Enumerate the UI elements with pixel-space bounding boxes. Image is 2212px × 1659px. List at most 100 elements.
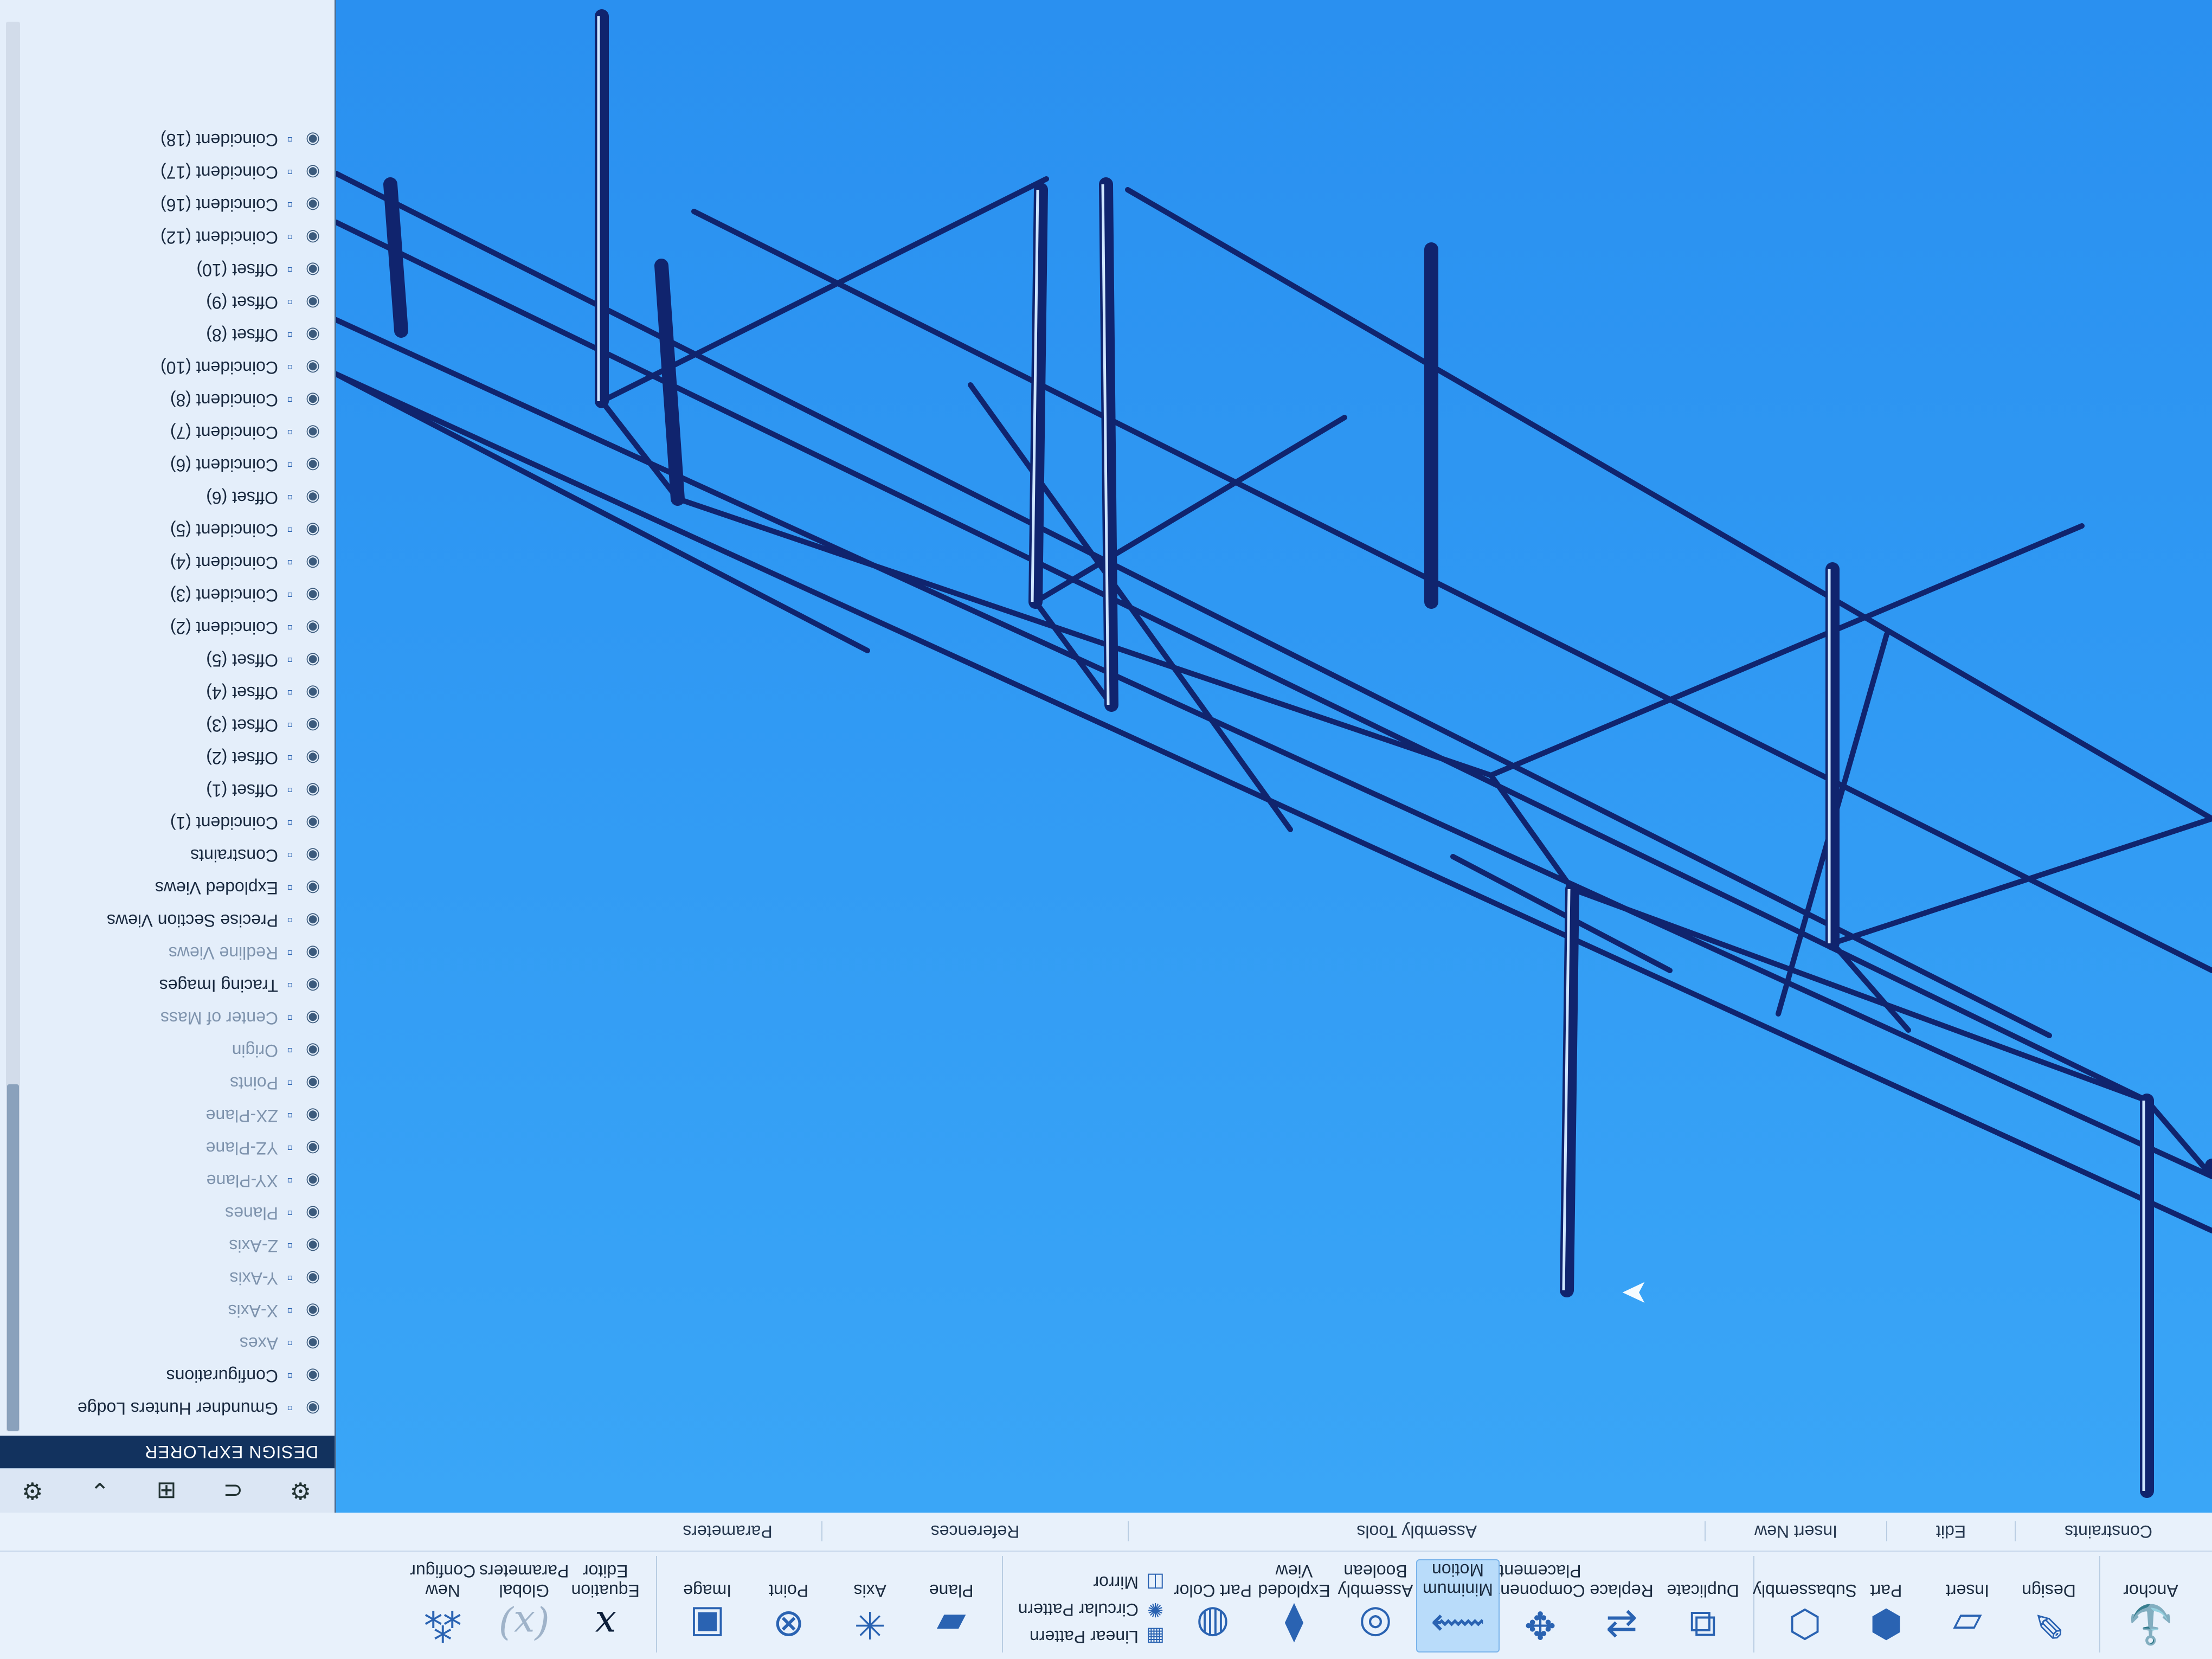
linear-pattern-button[interactable]: ▦ Linear Pattern <box>1018 1625 1167 1648</box>
visibility-eye-icon[interactable]: ◉ <box>302 163 324 182</box>
anchor-button[interactable]: ⚓ Anchor <box>2110 1581 2191 1652</box>
tree-item[interactable]: ◉ ▫ Offset (9) <box>0 286 324 319</box>
global-parameters-button[interactable]: (x) Global Parameters <box>479 1561 569 1652</box>
plane-button[interactable]: ▰ Plane <box>911 1581 992 1652</box>
chevron-icon[interactable]: ⌄ <box>90 1477 110 1505</box>
visibility-eye-icon[interactable]: ◉ <box>302 1009 324 1028</box>
part-button[interactable]: ⬢ Part <box>1846 1581 1927 1652</box>
settings-icon[interactable]: ⚙ <box>290 1477 311 1505</box>
tree-item[interactable]: ◉ ▫ Offset (3) <box>0 709 324 742</box>
visibility-eye-icon[interactable]: ◉ <box>302 423 324 442</box>
tree-item[interactable]: ◉ ▫ Offset (1) <box>0 774 324 807</box>
tree-item[interactable]: ◉ ▫ Coincident (17) <box>0 156 324 189</box>
design-button[interactable]: ✎ Design <box>2008 1581 2089 1652</box>
exploded-view-button[interactable]: ⧫ Exploded View <box>1253 1561 1335 1652</box>
tree-item[interactable]: ◉ ▫ Coincident (3) <box>0 579 324 612</box>
visibility-eye-icon[interactable]: ◉ <box>302 228 324 247</box>
visibility-eye-icon[interactable]: ◉ <box>302 554 324 573</box>
tree-item[interactable]: ◉ ▫ XY-Plane <box>0 1165 324 1197</box>
replace-button[interactable]: ⇄ Replace <box>1581 1581 1662 1652</box>
visibility-eye-icon[interactable]: ◉ <box>302 391 324 410</box>
visibility-eye-icon[interactable]: ◉ <box>302 521 324 540</box>
tree-item[interactable]: ◉ ▫ Planes <box>0 1197 324 1230</box>
explorer-scrollbar[interactable] <box>6 22 20 1431</box>
visibility-eye-icon[interactable]: ◉ <box>302 196 324 215</box>
tree-item[interactable]: ◉ ▫ Coincident (16) <box>0 189 324 221</box>
tree-item[interactable]: ◉ ▫ Exploded Views <box>0 872 324 904</box>
visibility-eye-icon[interactable]: ◉ <box>302 358 324 377</box>
visibility-eye-icon[interactable]: ◉ <box>302 814 324 833</box>
tree-item[interactable]: ◉ ▫ Offset (10) <box>0 254 324 286</box>
visibility-eye-icon[interactable]: ◉ <box>302 326 324 345</box>
visibility-eye-icon[interactable]: ◉ <box>302 781 324 800</box>
tree-item[interactable]: ◉ ▫ Coincident (7) <box>0 416 324 449</box>
tree-item[interactable]: ◉ ▫ Center of Mass <box>0 1002 324 1034</box>
visibility-eye-icon[interactable]: ◉ <box>302 846 324 865</box>
duplicate-button[interactable]: ⧉ Duplicate <box>1662 1581 1744 1652</box>
circular-pattern-button[interactable]: ✺ Circular Pattern <box>1018 1598 1167 1621</box>
visibility-eye-icon[interactable]: ◉ <box>302 976 324 995</box>
visibility-eye-icon[interactable]: ◉ <box>302 619 324 638</box>
mirror-button[interactable]: ◫ Mirror <box>1018 1571 1167 1594</box>
tree-item[interactable]: ◉ ▫ Coincident (6) <box>0 449 324 481</box>
tree-item[interactable]: ◉ ▫ Precise Section Views <box>0 904 324 937</box>
insert-button[interactable]: ▱ Insert <box>1927 1581 2008 1652</box>
visibility-eye-icon[interactable]: ◉ <box>302 488 324 507</box>
visibility-eye-icon[interactable]: ◉ <box>302 1172 324 1191</box>
visibility-eye-icon[interactable]: ◉ <box>302 879 324 898</box>
tree-item[interactable]: ◉ ▫ Z-Axis <box>0 1230 324 1262</box>
visibility-eye-icon[interactable]: ◉ <box>302 651 324 670</box>
axis-button[interactable]: ✳ Axis <box>829 1581 911 1652</box>
magnet-icon[interactable]: ⊂ <box>223 1477 243 1505</box>
tree-item[interactable]: ◉ ▫ ZX-Plane <box>0 1099 324 1132</box>
tree-item[interactable]: ◉ ▫ Axes <box>0 1327 324 1360</box>
visibility-eye-icon[interactable]: ◉ <box>302 684 324 703</box>
visibility-eye-icon[interactable]: ◉ <box>302 586 324 605</box>
visibility-eye-icon[interactable]: ◉ <box>302 293 324 312</box>
scrollbar-thumb[interactable] <box>7 1084 19 1431</box>
equation-editor-button[interactable]: x Equation Editor <box>565 1561 646 1652</box>
tree-item[interactable]: ◉ ▫ Coincident (10) <box>0 351 324 384</box>
visibility-eye-icon[interactable]: ◉ <box>302 1041 324 1060</box>
new-configuration-button[interactable]: ⁂ New Configur <box>402 1561 484 1652</box>
visibility-eye-icon[interactable]: ◉ <box>302 1204 324 1223</box>
tree-item[interactable]: ◉ ▫ Coincident (8) <box>0 384 324 416</box>
image-button[interactable]: ▣ Image <box>667 1581 748 1652</box>
visibility-eye-icon[interactable]: ◉ <box>302 1302 324 1321</box>
tree-item[interactable]: ◉ ▫ Offset (2) <box>0 742 324 774</box>
tree-item[interactable]: ◉ ▫ Constraints <box>0 839 324 872</box>
visibility-eye-icon[interactable]: ◉ <box>302 1107 324 1126</box>
visibility-eye-icon[interactable]: ◉ <box>302 1367 324 1386</box>
visibility-eye-icon[interactable]: ◉ <box>302 261 324 280</box>
3d-viewport[interactable] <box>336 0 2212 1513</box>
tree-item[interactable]: ◉ ▫ Y-Axis <box>0 1262 324 1295</box>
tree-item[interactable]: ◉ ▫ Coincident (4) <box>0 546 324 579</box>
tree-item[interactable]: ◉ ▫ YZ-Plane <box>0 1132 324 1165</box>
tree-item[interactable]: ◉ ▫ X-Axis <box>0 1295 324 1327</box>
tree-item[interactable]: ◉ ▫ Coincident (2) <box>0 612 324 644</box>
part-color-button[interactable]: ◍ Part Color <box>1172 1581 1253 1652</box>
visibility-eye-icon[interactable]: ◉ <box>302 1139 324 1158</box>
tree-item[interactable]: ◉ ▫ Points <box>0 1067 324 1099</box>
subassembly-button[interactable]: ⬡ Subassembly <box>1753 1581 1857 1652</box>
tree-item[interactable]: ◉ ▫ Gmundner Hunters Lodge <box>0 1392 324 1425</box>
tree-item[interactable]: ◉ ▫ Offset (5) <box>0 644 324 677</box>
tree-item[interactable]: ◉ ▫ Coincident (5) <box>0 514 324 546</box>
visibility-eye-icon[interactable]: ◉ <box>302 1334 324 1353</box>
visibility-eye-icon[interactable]: ◉ <box>302 1269 324 1288</box>
visibility-eye-icon[interactable]: ◉ <box>302 944 324 963</box>
tree-item[interactable]: ◉ ▫ Offset (4) <box>0 677 324 709</box>
visibility-eye-icon[interactable]: ◉ <box>302 911 324 930</box>
tree-item[interactable]: ◉ ▫ Tracing Images <box>0 969 324 1002</box>
visibility-eye-icon[interactable]: ◉ <box>302 1399 324 1418</box>
visibility-eye-icon[interactable]: ◉ <box>302 131 324 150</box>
tree-item[interactable]: ◉ ▫ Offset (6) <box>0 481 324 514</box>
view-icon[interactable]: ⊞ <box>157 1477 177 1505</box>
tree-item[interactable]: ◉ ▫ Coincident (1) <box>0 807 324 839</box>
visibility-eye-icon[interactable]: ◉ <box>302 1074 324 1093</box>
tree-item[interactable]: ◉ ▫ Coincident (12) <box>0 221 324 254</box>
tree-item[interactable]: ◉ ▫ Configurations <box>0 1360 324 1392</box>
tree-item[interactable]: ◉ ▫ Offset (8) <box>0 319 324 351</box>
tree-item[interactable]: ◉ ▫ Origin <box>0 1034 324 1067</box>
visibility-eye-icon[interactable]: ◉ <box>302 1237 324 1256</box>
